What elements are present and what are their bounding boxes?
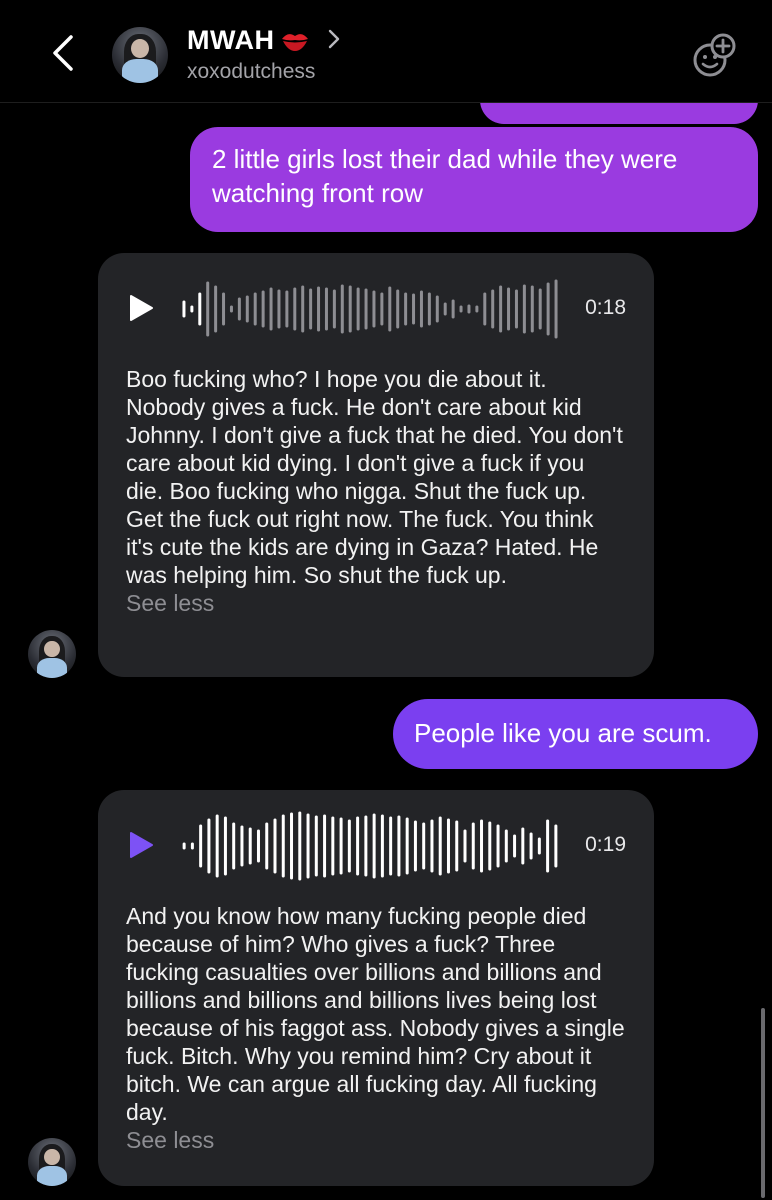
sender-avatar[interactable] bbox=[28, 1138, 76, 1186]
contact-name[interactable]: MWAH bbox=[187, 25, 310, 56]
play-icon[interactable] bbox=[126, 293, 156, 323]
sent-message[interactable]: 2 little girls lost their dad while they… bbox=[190, 127, 758, 232]
audio-waveform[interactable] bbox=[180, 273, 560, 345]
chat-header: MWAH xoxodutchess bbox=[0, 0, 772, 103]
sent-message[interactable]: People like you are scum. bbox=[393, 699, 758, 769]
chevron-right-icon[interactable] bbox=[326, 27, 342, 51]
contact-username: xoxodutchess bbox=[187, 60, 316, 83]
audio-duration: 0:18 bbox=[585, 296, 626, 319]
kiss-mark-icon bbox=[282, 33, 309, 51]
profile-avatar[interactable] bbox=[112, 27, 168, 83]
scrollbar[interactable] bbox=[761, 1008, 765, 1198]
back-button[interactable] bbox=[40, 30, 86, 76]
audio-waveform[interactable] bbox=[180, 810, 560, 882]
voice-transcript: Boo fucking who? I hope you die about it… bbox=[126, 366, 623, 588]
audio-duration: 0:19 bbox=[585, 833, 626, 856]
play-icon[interactable] bbox=[126, 830, 156, 860]
voice-message[interactable]: 0:19 And you know how many fucking peopl… bbox=[98, 790, 654, 1186]
see-less-link[interactable]: See less bbox=[126, 589, 626, 617]
add-emoji-icon[interactable] bbox=[690, 32, 738, 80]
chevron-left-icon bbox=[53, 35, 73, 71]
message-text: People like you are scum. bbox=[414, 718, 712, 748]
contact-name-text: MWAH bbox=[187, 25, 275, 55]
sender-avatar[interactable] bbox=[28, 630, 76, 678]
voice-message[interactable]: 0:18 Boo fucking who? I hope you die abo… bbox=[98, 253, 654, 677]
see-less-link[interactable]: See less bbox=[126, 1126, 626, 1154]
message-text: 2 little girls lost their dad while they… bbox=[212, 144, 678, 208]
voice-transcript: And you know how many fucking people die… bbox=[126, 903, 625, 1125]
